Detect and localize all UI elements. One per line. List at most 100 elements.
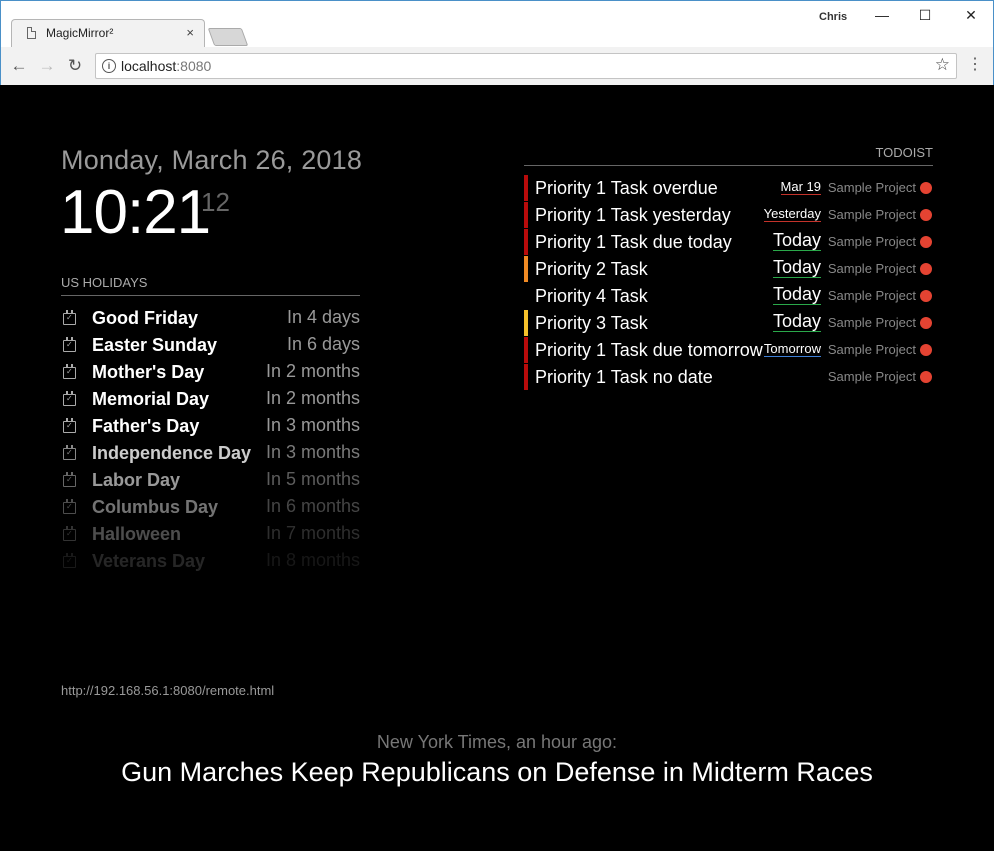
calendar-event-time: In 8 months: [265, 550, 360, 570]
url-host: localhost: [121, 58, 177, 74]
todo-title: Priority 1 Task due today: [535, 232, 732, 252]
calendar-event-title: Labor Day: [92, 470, 181, 490]
todo-project: Sample Project: [827, 207, 916, 222]
todo-title: Priority 1 Task overdue: [535, 178, 718, 198]
calendar-check-icon: [63, 391, 76, 406]
todo-due-date: Tomorrow: [763, 341, 821, 357]
url-text[interactable]: localhost:8080: [121, 58, 211, 74]
calendar-event: Father's Day In 3 months: [61, 415, 360, 442]
calendar-header: US HOLIDAYS: [61, 275, 360, 296]
todo-due-date: Today: [772, 311, 821, 332]
calendar-event-time: In 7 months: [265, 523, 360, 543]
todo-title: Priority 4 Task: [535, 286, 648, 306]
calendar-check-icon: [63, 337, 76, 352]
calendar-event: Columbus Day In 6 months: [61, 496, 360, 523]
project-color-dot: [920, 371, 932, 383]
calendar-event: Easter Sunday In 6 days: [61, 334, 360, 361]
todo-project: Sample Project: [827, 180, 916, 195]
todo-item: Priority 4 Task Today Sample Project: [524, 283, 933, 310]
todo-project: Sample Project: [827, 261, 916, 276]
todo-due-date: Mar 19: [780, 179, 821, 195]
browser-tab[interactable]: MagicMirror² ×: [11, 19, 205, 47]
reload-button[interactable]: ↻: [64, 56, 86, 76]
calendar-event-time: In 2 months: [265, 388, 360, 408]
calendar-event-time: In 3 months: [265, 415, 360, 435]
todo-title: Priority 1 Task no date: [535, 367, 713, 387]
todo-title: Priority 1 Task yesterday: [535, 205, 731, 225]
project-color-dot: [920, 317, 932, 329]
address-bar[interactable]: i localhost:8080 ☆: [95, 53, 957, 79]
calendar-event-time: In 6 days: [286, 334, 360, 354]
browser-toolbar: ← → ↻ i localhost:8080 ☆ ⋮: [1, 47, 993, 86]
calendar-event-time: In 5 months: [265, 469, 360, 489]
calendar-event-title: Good Friday: [92, 308, 199, 328]
info-icon[interactable]: i: [102, 59, 116, 73]
browser-window: MagicMirror² × Chris — ☐ ✕ ← → ↻ i local…: [0, 0, 994, 86]
browser-menu-icon[interactable]: ⋮: [967, 56, 983, 74]
project-color-dot: [920, 263, 932, 275]
todo-due-date: Yesterday: [763, 206, 821, 222]
todo-item: Priority 1 Task due tomorrow Tomorrow Samp…: [524, 337, 933, 364]
project-color-dot: [920, 209, 932, 221]
calendar-event: Veterans Day In 8 months: [61, 550, 360, 577]
tab-title: MagicMirror²: [46, 26, 114, 40]
news-headline: Gun Marches Keep Republicans on Defense …: [121, 757, 873, 787]
todo-title: Priority 2 Task: [535, 259, 648, 279]
priority-bar: [524, 229, 528, 255]
calendar-event-title: Easter Sunday: [92, 335, 218, 355]
todo-item: Priority 3 Task Today Sample Project: [524, 310, 933, 337]
todoist-header: TODOIST: [524, 145, 933, 166]
maximize-button[interactable]: ☐: [910, 7, 940, 24]
todo-item: Priority 1 Task due today Today Sample Pro…: [524, 229, 933, 256]
calendar-event-time: In 3 months: [265, 442, 360, 462]
calendar-event-title: Independence Day: [92, 443, 252, 463]
calendar-check-icon: [63, 499, 76, 514]
calendar-event-time: In 2 months: [265, 361, 360, 381]
todo-item: Priority 2 Task Today Sample Project: [524, 256, 933, 283]
priority-bar: [524, 337, 528, 363]
priority-bar: [524, 256, 528, 282]
bookmark-star-icon[interactable]: ☆: [935, 55, 950, 75]
calendar-check-icon: [63, 418, 76, 433]
minimize-button[interactable]: —: [867, 7, 897, 23]
document-icon: [27, 27, 36, 39]
clock-date: Monday, March 26, 2018: [61, 145, 363, 175]
remote-url: http://192.168.56.1:8080/remote.html: [61, 683, 275, 698]
calendar-event: Memorial Day In 2 months: [61, 388, 360, 415]
project-color-dot: [920, 182, 932, 194]
todo-item: Priority 1 Task overdue Mar 19 Sample Proj…: [524, 175, 933, 202]
calendar-event-title: Mother's Day: [92, 362, 205, 382]
calendar-event-title: Halloween: [92, 524, 182, 544]
calendar-check-icon: [63, 310, 76, 325]
calendar-event-title: Veterans Day: [92, 551, 206, 571]
priority-bar: [524, 364, 528, 390]
new-tab-button[interactable]: [207, 28, 249, 46]
todo-due-date: Today: [772, 257, 821, 278]
calendar-check-icon: [63, 553, 76, 568]
tab-close-button[interactable]: ×: [186, 25, 194, 40]
todo-project: Sample Project: [827, 288, 916, 303]
calendar-event-time: In 6 months: [265, 496, 360, 516]
todo-project: Sample Project: [827, 342, 916, 357]
calendar-event-title: Father's Day: [92, 416, 200, 436]
priority-bar: [524, 310, 528, 336]
profile-name[interactable]: Chris: [819, 11, 847, 23]
priority-bar: [524, 175, 528, 201]
todo-title: Priority 1 Task due tomorrow: [535, 340, 763, 360]
todo-project: Sample Project: [827, 369, 916, 384]
calendar-event: Good Friday In 4 days: [61, 307, 360, 334]
forward-button[interactable]: →: [36, 56, 58, 76]
calendar-check-icon: [63, 472, 76, 487]
window-close-button[interactable]: ✕: [956, 7, 986, 24]
todo-project: Sample Project: [827, 315, 916, 330]
magic-mirror-screen: Monday, March 26, 2018 10:21 12 US HOLID…: [0, 85, 994, 851]
todo-project: Sample Project: [827, 234, 916, 249]
calendar-event-title: Columbus Day: [92, 497, 219, 517]
clock-time: 10:21: [60, 178, 211, 247]
calendar-check-icon: [63, 445, 76, 460]
back-button[interactable]: ←: [8, 56, 30, 76]
news-source: New York Times, an hour ago:: [376, 732, 618, 752]
calendar-event: Halloween In 7 months: [61, 523, 360, 550]
todo-item: Priority 1 Task yesterday Yesterday Sample…: [524, 202, 933, 229]
project-color-dot: [920, 344, 932, 356]
